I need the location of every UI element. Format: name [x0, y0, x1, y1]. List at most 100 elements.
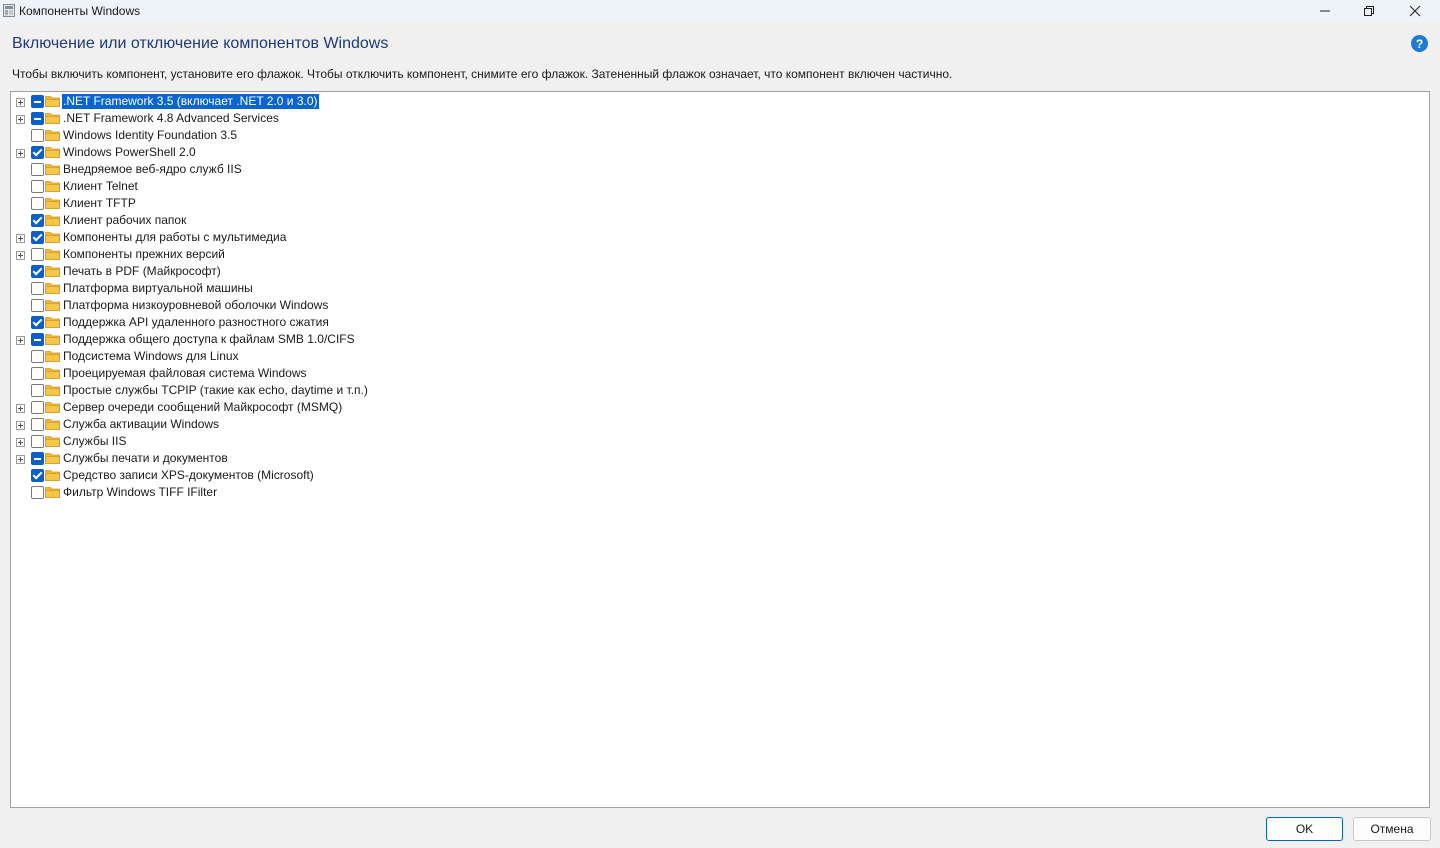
- expand-plus-icon[interactable]: [16, 336, 25, 345]
- expand-plus-icon[interactable]: [16, 438, 25, 447]
- expand-plus-icon[interactable]: [16, 455, 25, 464]
- folder-icon: [45, 198, 60, 209]
- expand-plus-icon[interactable]: [16, 421, 25, 430]
- folder-icon: [45, 402, 60, 413]
- folder-icon: [45, 300, 60, 311]
- folder-icon: [45, 385, 60, 396]
- feature-row[interactable]: .NET Framework 3.5 (включает .NET 2.0 и …: [11, 93, 611, 110]
- expand-plus-icon[interactable]: [16, 234, 25, 243]
- feature-checkbox[interactable]: [31, 180, 44, 193]
- feature-row[interactable]: Службы печати и документов: [11, 450, 611, 467]
- close-icon: [1409, 5, 1421, 17]
- feature-row[interactable]: Фильтр Windows TIFF IFilter: [11, 484, 611, 501]
- feature-label: Фильтр Windows TIFF IFilter: [63, 485, 218, 499]
- feature-checkbox[interactable]: [31, 95, 44, 108]
- feature-checkbox[interactable]: [31, 367, 44, 380]
- feature-row[interactable]: Платформа низкоуровневой оболочки Window…: [11, 297, 611, 314]
- feature-checkbox[interactable]: [31, 350, 44, 363]
- feature-row[interactable]: Средство записи XPS-документов (Microsof…: [11, 467, 611, 484]
- folder-icon: [45, 130, 60, 141]
- feature-checkbox[interactable]: [31, 282, 44, 295]
- feature-checkbox[interactable]: [31, 299, 44, 312]
- cancel-button[interactable]: Отмена: [1353, 817, 1431, 841]
- feature-checkbox[interactable]: [31, 265, 44, 278]
- help-icon[interactable]: ?: [1411, 35, 1428, 52]
- feature-checkbox[interactable]: [31, 486, 44, 499]
- feature-checkbox[interactable]: [31, 231, 44, 244]
- folder-icon: [45, 96, 60, 107]
- folder-icon: [45, 470, 60, 481]
- folder-icon: [45, 453, 60, 464]
- feature-label: .NET Framework 3.5 (включает .NET 2.0 и …: [61, 93, 320, 110]
- feature-label: Компоненты для работы с мультимедиа: [63, 230, 287, 244]
- folder-icon: [45, 249, 60, 260]
- feature-checkbox[interactable]: [31, 214, 44, 227]
- feature-checkbox[interactable]: [31, 129, 44, 142]
- minimize-button[interactable]: [1302, 0, 1348, 22]
- folder-icon: [45, 368, 60, 379]
- feature-row[interactable]: Печать в PDF (Майкрософт): [11, 263, 611, 280]
- feature-label: Клиент рабочих папок: [63, 213, 187, 227]
- feature-row[interactable]: Платформа виртуальной машины: [11, 280, 611, 297]
- feature-row[interactable]: Клиент рабочих папок: [11, 212, 611, 229]
- feature-checkbox[interactable]: [31, 401, 44, 414]
- feature-row[interactable]: Компоненты прежних версий: [11, 246, 611, 263]
- folder-icon: [45, 181, 60, 192]
- folder-icon: [45, 351, 60, 362]
- expand-plus-icon[interactable]: [16, 251, 25, 260]
- feature-row[interactable]: Windows PowerShell 2.0: [11, 144, 611, 161]
- page-title: Включение или отключение компонентов Win…: [12, 35, 389, 52]
- feature-checkbox[interactable]: [31, 146, 44, 159]
- feature-checkbox[interactable]: [31, 197, 44, 210]
- feature-row[interactable]: Клиент Telnet: [11, 178, 611, 195]
- ok-button[interactable]: OK: [1266, 817, 1343, 841]
- feature-checkbox[interactable]: [31, 112, 44, 125]
- feature-row[interactable]: Служба активации Windows: [11, 416, 611, 433]
- folder-icon: [45, 113, 60, 124]
- feature-checkbox[interactable]: [31, 163, 44, 176]
- expand-plus-icon[interactable]: [16, 149, 25, 158]
- feature-row[interactable]: Подсистема Windows для Linux: [11, 348, 611, 365]
- title-bar[interactable]: Компоненты Windows: [0, 0, 1440, 22]
- feature-checkbox[interactable]: [31, 435, 44, 448]
- feature-label: Платформа виртуальной машины: [63, 281, 253, 295]
- feature-checkbox[interactable]: [31, 452, 44, 465]
- restore-button[interactable]: [1346, 0, 1392, 22]
- feature-row[interactable]: Клиент TFTP: [11, 195, 611, 212]
- features-tree[interactable]: .NET Framework 3.5 (включает .NET 2.0 и …: [10, 91, 1430, 808]
- feature-row[interactable]: .NET Framework 4.8 Advanced Services: [11, 110, 611, 127]
- feature-label: Проецируемая файловая система Windows: [63, 366, 307, 380]
- feature-row[interactable]: Внедряемое веб-ядро служб IIS: [11, 161, 611, 178]
- feature-label: Windows PowerShell 2.0: [63, 145, 196, 159]
- feature-row[interactable]: Поддержка API удаленного разностного сжа…: [11, 314, 611, 331]
- feature-checkbox[interactable]: [31, 469, 44, 482]
- folder-icon: [45, 215, 60, 226]
- expand-plus-icon[interactable]: [16, 115, 25, 124]
- feature-row[interactable]: Проецируемая файловая система Windows: [11, 365, 611, 382]
- feature-row[interactable]: Службы IIS: [11, 433, 611, 450]
- feature-label: Клиент TFTP: [63, 196, 136, 210]
- expand-plus-icon[interactable]: [16, 98, 25, 107]
- feature-row[interactable]: Компоненты для работы с мультимедиа: [11, 229, 611, 246]
- folder-icon: [45, 266, 60, 277]
- folder-icon: [45, 436, 60, 447]
- feature-label: Windows Identity Foundation 3.5: [63, 128, 238, 142]
- feature-checkbox[interactable]: [31, 333, 44, 346]
- feature-checkbox[interactable]: [31, 316, 44, 329]
- app-icon: [3, 4, 15, 17]
- close-button[interactable]: [1392, 0, 1438, 22]
- expand-plus-icon[interactable]: [16, 404, 25, 413]
- feature-row[interactable]: Поддержка общего доступа к файлам SMB 1.…: [11, 331, 611, 348]
- feature-label: Клиент Telnet: [63, 179, 138, 193]
- feature-row[interactable]: Сервер очереди сообщений Майкрософт (MSM…: [11, 399, 611, 416]
- folder-icon: [45, 232, 60, 243]
- feature-checkbox[interactable]: [31, 384, 44, 397]
- feature-row[interactable]: Простые службы TCPIP (такие как echo, da…: [11, 382, 611, 399]
- feature-row[interactable]: Windows Identity Foundation 3.5: [11, 127, 611, 144]
- feature-checkbox[interactable]: [31, 418, 44, 431]
- features-dialog: Компоненты Windows Включение или отключе…: [0, 0, 1440, 848]
- feature-checkbox[interactable]: [31, 248, 44, 261]
- feature-label: Подсистема Windows для Linux: [63, 349, 239, 363]
- feature-label: Платформа низкоуровневой оболочки Window…: [63, 298, 329, 312]
- feature-label: Средство записи XPS-документов (Microsof…: [63, 468, 314, 482]
